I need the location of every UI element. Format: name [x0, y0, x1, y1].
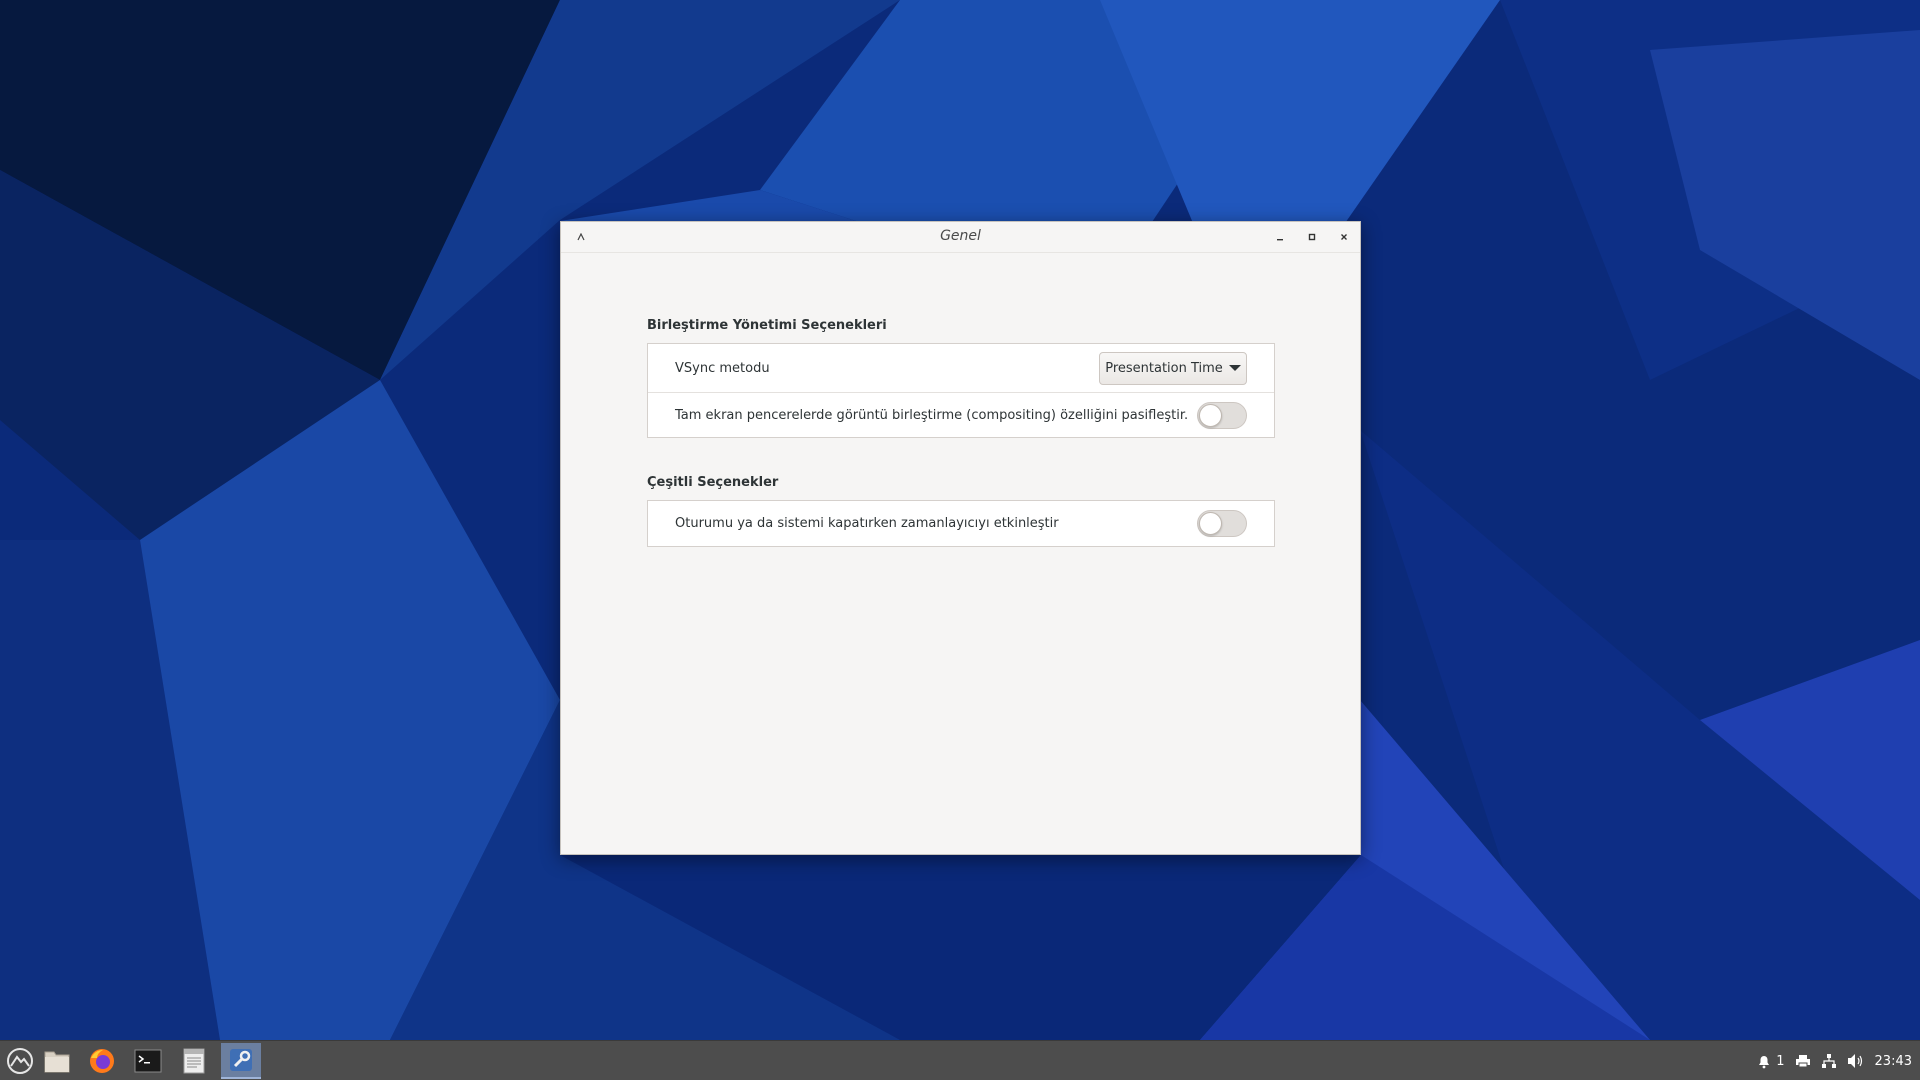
clock[interactable]: 23:43 — [1875, 1054, 1912, 1069]
taskbar-firefox[interactable] — [82, 1043, 122, 1079]
fullscreen-compositing-row: Tam ekran pencerelerde görüntü birleştir… — [648, 392, 1274, 437]
dropdown-arrow-icon — [1228, 365, 1241, 371]
system-tray: 1 23:43 — [1756, 1041, 1920, 1081]
printer-indicator[interactable] — [1795, 1053, 1811, 1069]
logout-timer-label: Oturumu ya da sistemi kapatırken zamanla… — [675, 516, 1059, 531]
close-button[interactable] — [1334, 228, 1354, 246]
logout-timer-toggle[interactable] — [1197, 510, 1247, 537]
app-menu-button[interactable] — [0, 1043, 40, 1079]
settings-window: Genel Birleştirme Yönetimi Seçenekleri V… — [560, 221, 1361, 855]
vsync-label: VSync metodu — [675, 360, 770, 376]
minimize-button[interactable] — [1270, 228, 1290, 246]
text-editor-icon — [183, 1048, 205, 1074]
settings-icon — [230, 1049, 252, 1071]
maximize-button[interactable] — [1302, 228, 1322, 246]
menu-icon — [7, 1048, 33, 1074]
fullscreen-compositing-label: Tam ekran pencerelerde görüntü birleştir… — [675, 407, 1189, 423]
toggle-knob — [1199, 403, 1222, 427]
window-title: Genel — [940, 228, 981, 244]
taskbar-settings[interactable] — [221, 1043, 261, 1079]
close-icon — [1341, 234, 1347, 240]
toggle-knob — [1199, 512, 1222, 535]
settings-content: Birleştirme Yönetimi Seçenekleri VSync m… — [647, 317, 1275, 583]
taskbar-files[interactable] — [37, 1043, 77, 1079]
logout-timer-row: Oturumu ya da sistemi kapatırken zamanla… — [648, 501, 1274, 546]
files-icon — [44, 1051, 70, 1073]
network-indicator[interactable] — [1821, 1053, 1837, 1069]
vsync-row: VSync metodu Presentation Time — [648, 344, 1274, 392]
section-title-compositor: Birleştirme Yönetimi Seçenekleri — [647, 318, 887, 333]
notification-count: 1 — [1776, 1053, 1785, 1069]
terminal-icon — [134, 1049, 162, 1073]
bell-icon — [1759, 1056, 1770, 1069]
fullscreen-compositing-toggle[interactable] — [1197, 401, 1247, 429]
taskbar: 1 23:43 — [0, 1040, 1920, 1080]
network-icon — [1821, 1054, 1836, 1068]
volume-icon — [1847, 1054, 1862, 1068]
section-title-misc: Çeşitli Seçenekler — [647, 475, 779, 490]
printer-icon — [1795, 1055, 1810, 1068]
taskbar-terminal[interactable] — [128, 1043, 168, 1079]
vsync-method-dropdown[interactable]: Presentation Time — [1099, 351, 1247, 385]
notifications-indicator[interactable]: 1 — [1756, 1053, 1785, 1069]
vsync-selected-value: Presentation Time — [1105, 360, 1223, 376]
compositor-options-list: VSync metodu Presentation Time Tam ekran… — [647, 343, 1275, 438]
minimize-icon — [1277, 239, 1283, 241]
volume-indicator[interactable] — [1847, 1053, 1865, 1069]
misc-options-list: Oturumu ya da sistemi kapatırken zamanla… — [647, 500, 1275, 547]
taskbar-text-editor[interactable] — [174, 1043, 214, 1079]
firefox-icon — [90, 1049, 114, 1073]
window-titlebar[interactable]: Genel — [561, 222, 1360, 253]
maximize-icon — [1308, 233, 1316, 241]
